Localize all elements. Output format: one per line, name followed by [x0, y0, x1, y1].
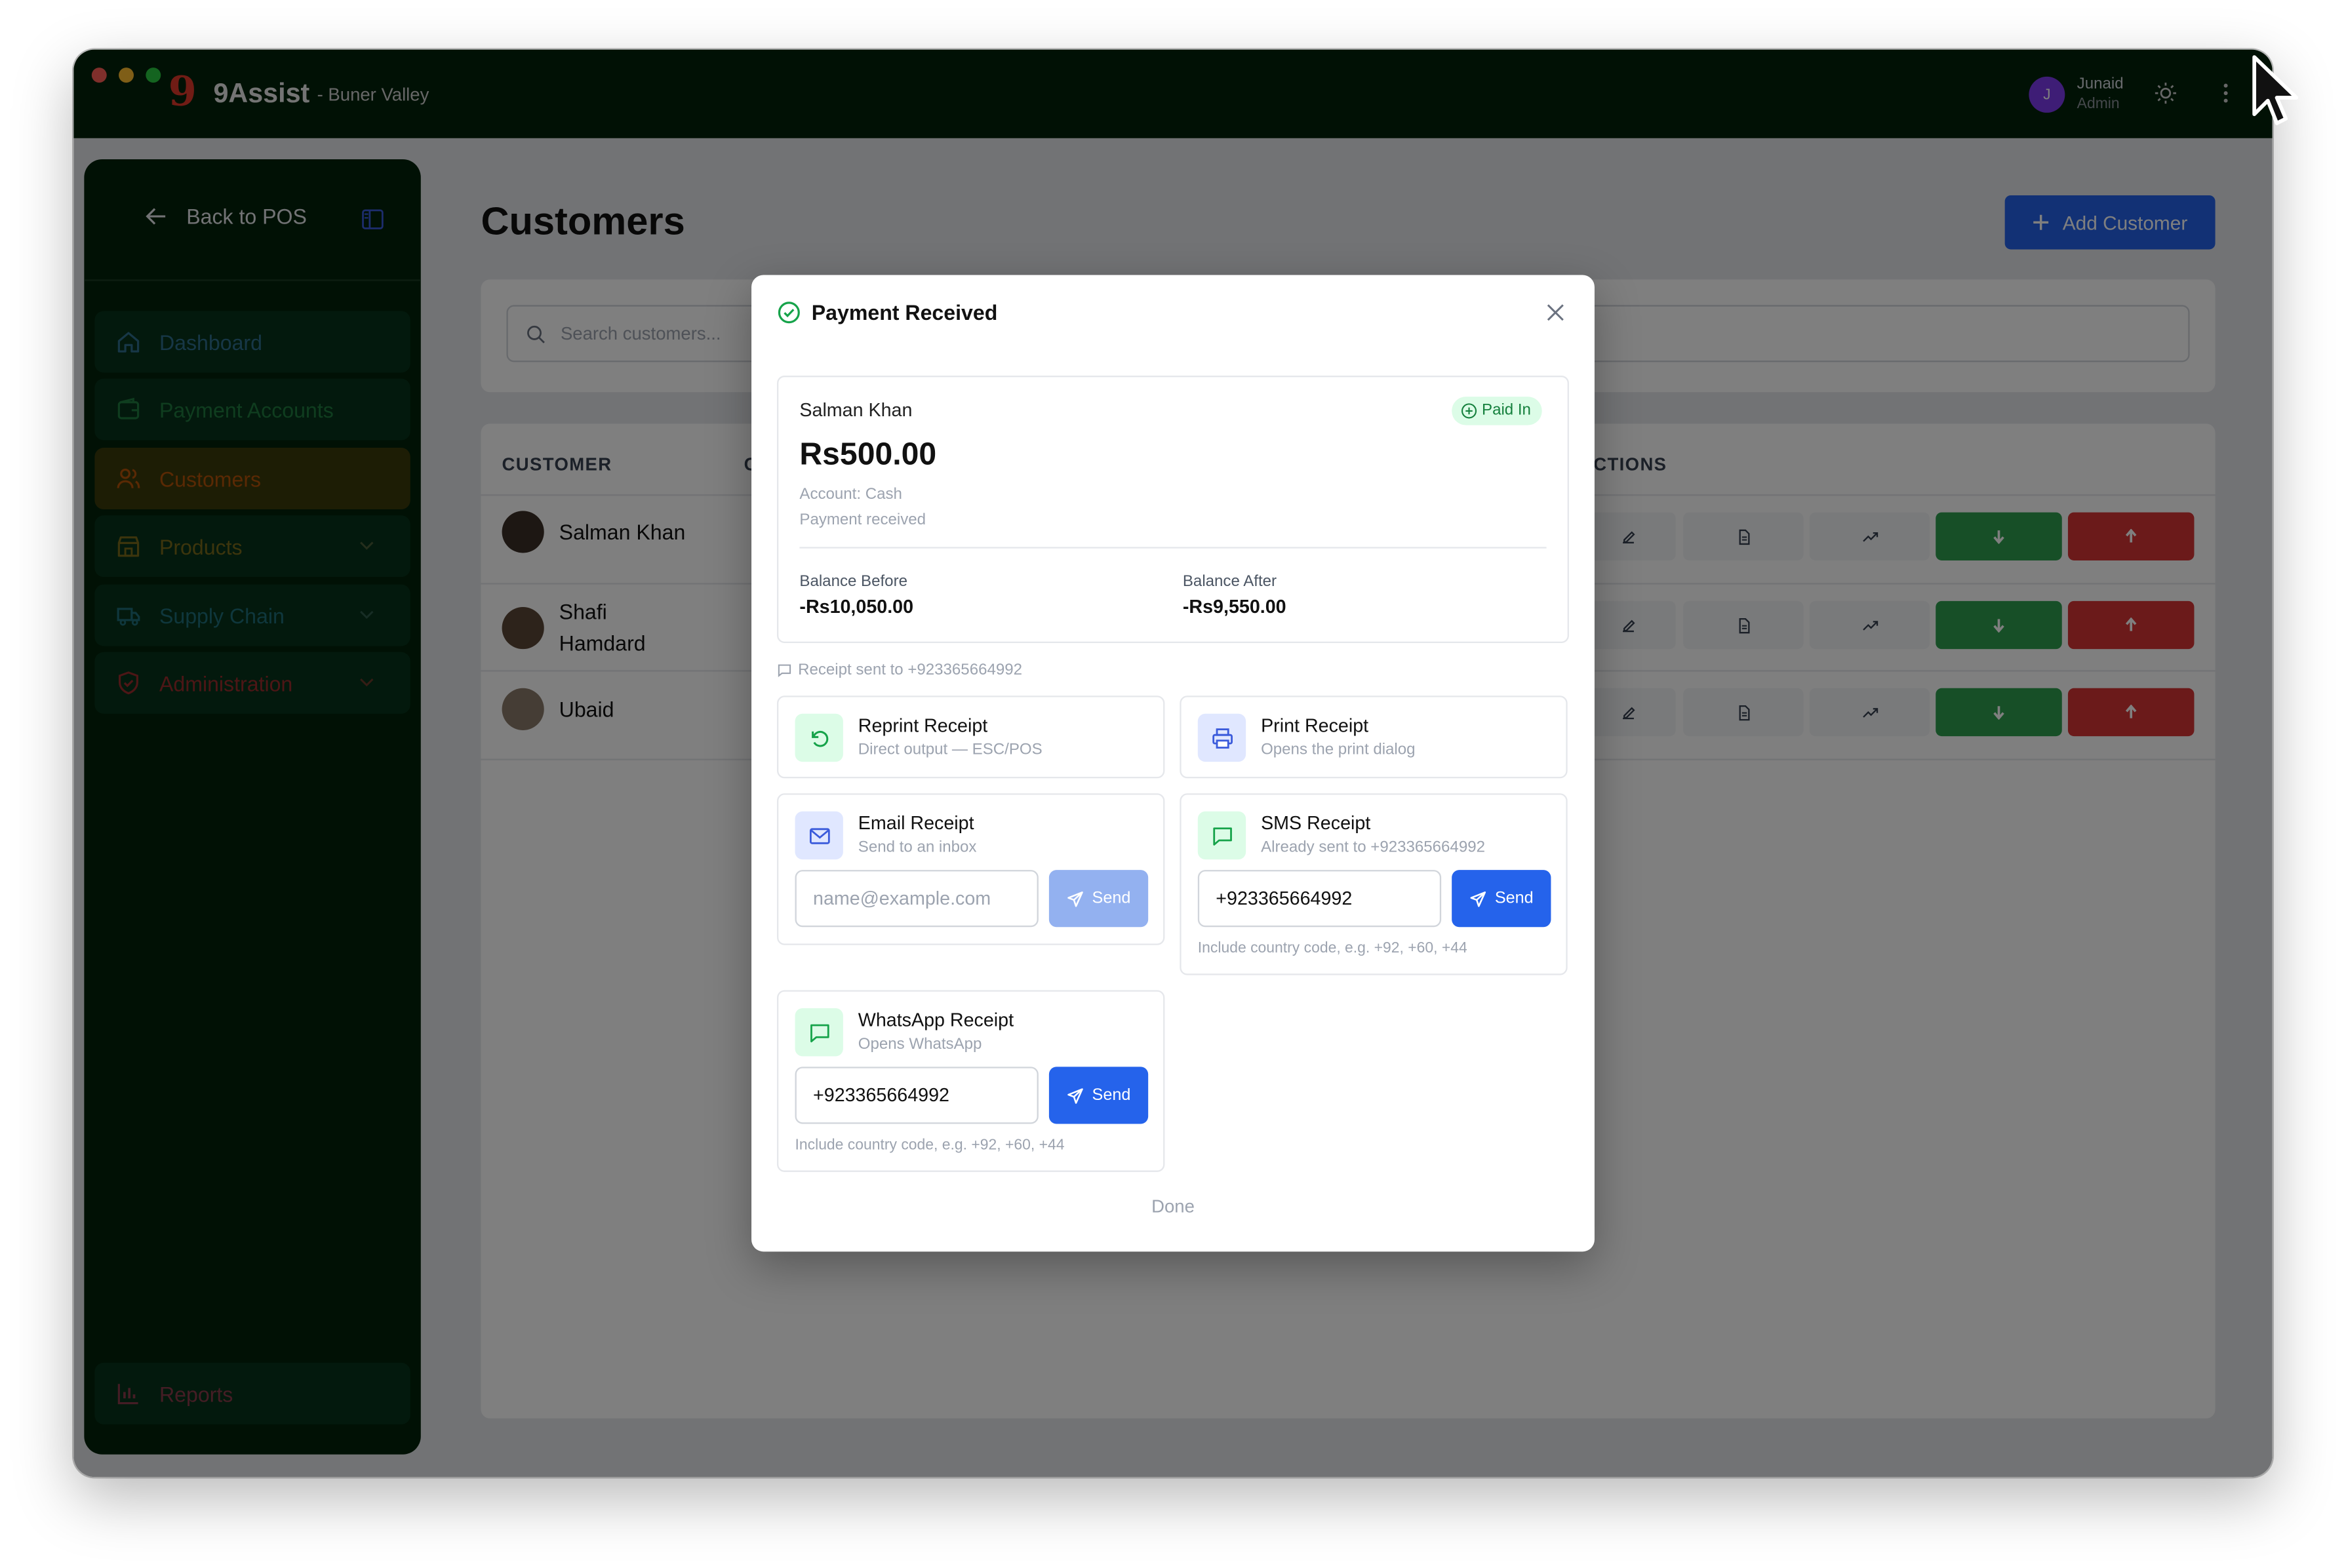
country-code-hint: Include country code, e.g. +92, +60, +44 [1197, 940, 1467, 958]
whatsapp-phone-input[interactable]: +923365664992 [795, 1067, 1039, 1124]
done-button[interactable]: Done [751, 1196, 1595, 1217]
printer-icon [1212, 728, 1232, 748]
payment-received-dialog: Payment Received Salman Khan Paid In Rs5… [751, 275, 1595, 1252]
reprint-receipt-option[interactable]: Reprint Receipt Direct output — ESC/POS [777, 696, 1165, 779]
option-desc: Opens WhatsApp [858, 1035, 982, 1053]
option-desc: Already sent to +923365664992 [1261, 838, 1485, 857]
option-title: Reprint Receipt [858, 715, 988, 737]
mouse-cursor-icon [2252, 55, 2299, 125]
option-title: SMS Receipt [1261, 813, 1371, 834]
app-window: 9 9Assist - Buner Valley J Junaid Admin … [73, 49, 2273, 1478]
dialog-title: Payment Received [811, 300, 998, 325]
option-desc: Direct output — ESC/POS [858, 741, 1043, 759]
summary-divider [799, 547, 1547, 549]
message-square-icon [809, 1023, 829, 1042]
print-receipt-option[interactable]: Print Receipt Opens the print dialog [1180, 696, 1568, 779]
payment-account: Account: Cash [799, 485, 902, 503]
option-title: WhatsApp Receipt [858, 1009, 1014, 1031]
send-label: Send [1092, 1086, 1131, 1105]
send-label: Send [1494, 889, 1534, 908]
option-desc: Opens the print dialog [1261, 741, 1416, 759]
check-circle-icon [778, 302, 800, 324]
send-icon [1469, 890, 1486, 907]
send-label: Send [1092, 889, 1131, 908]
option-title: Email Receipt [858, 813, 974, 834]
send-icon [1067, 890, 1083, 907]
balance-after-value: -Rs9,550.00 [1182, 596, 1286, 618]
close-icon[interactable] [1545, 302, 1566, 323]
send-icon [1067, 1088, 1083, 1103]
scaled-canvas: 9 9Assist - Buner Valley J Junaid Admin … [0, 0, 2346, 1568]
option-title: Print Receipt [1261, 715, 1369, 737]
plus-circle-icon [1461, 403, 1477, 419]
email-send-button[interactable]: Send [1048, 870, 1149, 928]
balance-before-label: Balance Before [799, 572, 907, 591]
mail-icon [808, 827, 829, 844]
sms-phone-value: +923365664992 [1216, 888, 1353, 909]
sms-send-button[interactable]: Send [1452, 870, 1551, 928]
payment-note: Payment received [799, 511, 926, 529]
screenshot: 9 9Assist - Buner Valley J Junaid Admin … [0, 0, 2346, 1568]
rotate-ccw-icon [810, 730, 828, 747]
payment-amount: Rs500.00 [799, 437, 937, 472]
status-label: Paid In [1482, 401, 1531, 420]
whatsapp-send-button[interactable]: Send [1048, 1067, 1149, 1124]
whatsapp-receipt-card: WhatsApp Receipt Opens WhatsApp +9233656… [777, 990, 1165, 1172]
whatsapp-phone-value: +923365664992 [813, 1084, 949, 1106]
customer-name: Salman Khan [799, 399, 913, 421]
message-square-icon [1212, 827, 1231, 845]
option-desc: Send to an inbox [858, 838, 977, 857]
balance-after-label: Balance After [1182, 572, 1277, 591]
email-icon-box [795, 811, 843, 860]
sms-phone-input[interactable]: +923365664992 [1197, 870, 1442, 928]
sms-icon-box [1197, 811, 1246, 860]
whatsapp-icon-box [795, 1008, 843, 1057]
balance-before-value: -Rs10,050.00 [799, 596, 914, 618]
message-icon [778, 664, 791, 678]
status-badge: Paid In [1452, 397, 1542, 425]
email-input[interactable]: name@example.com [795, 870, 1039, 928]
payment-summary-card: Salman Khan Paid In Rs500.00 Account: Ca… [777, 376, 1569, 644]
country-code-hint: Include country code, e.g. +92, +60, +44 [795, 1137, 1065, 1154]
receipt-sent-text: Receipt sent to +923365664992 [798, 661, 1023, 680]
print-icon-box [1197, 713, 1246, 762]
email-placeholder: name@example.com [813, 888, 991, 909]
reprint-icon-box [795, 713, 843, 762]
receipt-sent-note: Receipt sent to +923365664992 [777, 661, 1023, 680]
email-receipt-card: Email Receipt Send to an inbox name@exam… [777, 793, 1165, 945]
sms-receipt-card: SMS Receipt Already sent to +92336566499… [1180, 793, 1568, 975]
